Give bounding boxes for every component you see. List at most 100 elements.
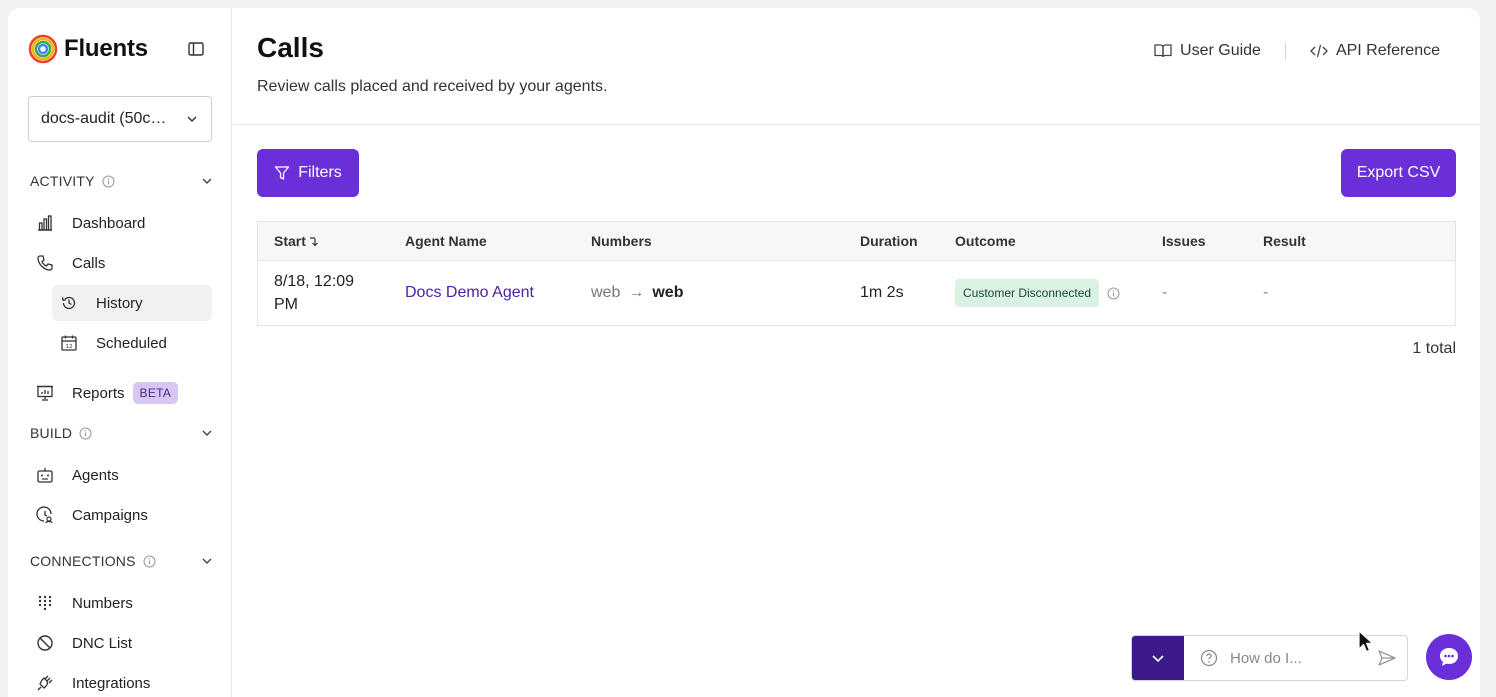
table-row[interactable]: 8/18, 12:09 PM Docs Demo Agent web → web… — [258, 261, 1455, 325]
info-icon — [79, 427, 92, 440]
column-duration[interactable]: Duration — [860, 222, 918, 260]
start-ampm: PM — [274, 296, 298, 313]
section-activity-label: ACTIVITY — [30, 173, 95, 189]
total-count: 1 total — [1412, 340, 1456, 357]
page-title: Calls — [257, 32, 324, 63]
info-icon[interactable] — [1107, 287, 1120, 300]
sidebar-item-label: Calls — [72, 254, 106, 272]
sidebar-item-history[interactable]: History — [52, 285, 212, 321]
api-reference-link[interactable]: API Reference — [1310, 42, 1440, 60]
calls-table: Start Agent Name Numbers Duration Outcom… — [257, 221, 1456, 326]
question-icon — [1200, 649, 1218, 667]
cell-result: - — [1263, 284, 1269, 301]
chat-bubble-icon — [1440, 648, 1458, 666]
chat-input[interactable]: How do I... — [1184, 649, 1367, 667]
mouse-cursor-icon — [1358, 630, 1374, 653]
sidebar-item-calls[interactable]: Calls — [28, 245, 212, 281]
sidebar-item-label: Agents — [72, 466, 119, 484]
info-icon — [102, 175, 115, 188]
section-build[interactable]: BUILD — [30, 423, 214, 443]
chat-launcher-button[interactable] — [1426, 634, 1472, 680]
info-icon — [143, 555, 156, 568]
sidebar-item-dnc-list[interactable]: DNC List — [28, 625, 212, 661]
chevron-down-icon — [1152, 655, 1164, 663]
code-icon — [1310, 44, 1328, 58]
chat-collapse-button[interactable] — [1132, 636, 1184, 680]
column-start[interactable]: Start — [274, 222, 320, 260]
cell-start: 8/18, 12:09 PM — [274, 261, 354, 325]
sort-descending-icon — [309, 237, 318, 247]
number-to: web — [652, 284, 684, 301]
column-outcome[interactable]: Outcome — [955, 222, 1016, 260]
beta-badge: BETA — [132, 382, 179, 404]
sidebar-item-reports[interactable]: Reports BETA — [28, 375, 212, 411]
number-from: web — [591, 284, 621, 301]
cell-issues: - — [1162, 284, 1168, 301]
sidebar-item-label: Scheduled — [96, 334, 167, 352]
sidebar-toggle-icon — [188, 42, 204, 56]
sidebar-item-label: History — [96, 294, 143, 312]
chevron-down-icon — [187, 116, 197, 122]
sidebar-item-campaigns[interactable]: Campaigns — [28, 497, 212, 533]
column-result[interactable]: Result — [1263, 222, 1306, 260]
sidebar-item-label: Integrations — [72, 674, 151, 692]
filters-label: Filters — [298, 164, 342, 181]
calendar-icon: 12 — [52, 334, 88, 352]
header-divider — [233, 124, 1480, 125]
arrow-right-icon: → — [628, 284, 645, 301]
sidebar-item-label: Numbers — [72, 594, 133, 612]
sidebar-item-label: Dashboard — [72, 214, 146, 232]
app-window: Fluents docs-audit (50c… ACTIVITY Dashbo… — [8, 8, 1480, 697]
header-links: User Guide API Reference — [1154, 42, 1440, 60]
export-csv-button[interactable]: Export CSV — [1341, 149, 1456, 197]
campaign-icon — [28, 506, 64, 524]
dialpad-icon — [28, 594, 64, 612]
user-guide-link[interactable]: User Guide — [1154, 42, 1261, 60]
divider — [1284, 42, 1286, 60]
presentation-icon — [28, 384, 64, 402]
sidebar-item-label: Reports — [72, 384, 125, 402]
section-activity[interactable]: ACTIVITY — [30, 171, 214, 191]
app-name: Fluents — [64, 35, 148, 62]
book-icon — [1154, 44, 1172, 58]
collapse-sidebar-button[interactable] — [186, 40, 206, 58]
page-subtitle: Review calls placed and received by your… — [257, 78, 608, 95]
chevron-down-icon — [200, 554, 214, 568]
sidebar-item-numbers[interactable]: Numbers — [28, 585, 212, 621]
sidebar-item-agents[interactable]: Agents — [28, 457, 212, 493]
cell-outcome: Customer Disconnected — [955, 261, 1120, 325]
export-csv-label: Export CSV — [1356, 164, 1441, 181]
column-agent-name[interactable]: Agent Name — [405, 222, 487, 260]
cell-agent-name: Docs Demo Agent — [405, 261, 534, 325]
start-date: 8/18, 12:09 — [274, 273, 355, 290]
section-connections-label: CONNECTIONS — [30, 553, 136, 569]
bar-chart-icon — [28, 214, 64, 232]
logo[interactable]: Fluents — [28, 34, 148, 64]
table-header: Start Agent Name Numbers Duration Outcom… — [258, 222, 1455, 261]
history-icon — [52, 294, 88, 312]
sidebar-item-scheduled[interactable]: 12 Scheduled — [52, 325, 212, 361]
phone-icon — [28, 254, 64, 272]
api-reference-label: API Reference — [1335, 42, 1440, 59]
column-numbers[interactable]: Numbers — [591, 222, 652, 260]
cell-numbers: web → web — [591, 261, 683, 325]
cell-duration: 1m 2s — [860, 284, 904, 301]
column-issues[interactable]: Issues — [1162, 222, 1206, 260]
workspace-select-value: docs-audit (50c… — [41, 110, 167, 127]
fluents-logo-icon — [28, 34, 58, 64]
sidebar-item-dashboard[interactable]: Dashboard — [28, 205, 212, 241]
sidebar-item-integrations[interactable]: Integrations — [28, 665, 212, 697]
outcome-badge: Customer Disconnected — [955, 279, 1100, 307]
workspace-select[interactable]: docs-audit (50c… — [28, 96, 212, 142]
filters-button[interactable]: Filters — [257, 149, 359, 197]
chevron-down-icon — [200, 174, 214, 188]
chevron-down-icon — [200, 426, 214, 440]
column-start-label: Start — [274, 233, 306, 249]
user-guide-label: User Guide — [1180, 42, 1261, 59]
section-connections[interactable]: CONNECTIONS — [30, 551, 214, 571]
send-icon — [1378, 650, 1396, 666]
ban-icon — [28, 634, 64, 652]
sidebar-item-label: DNC List — [72, 634, 133, 652]
section-build-label: BUILD — [30, 425, 73, 441]
agent-link[interactable]: Docs Demo Agent — [405, 284, 534, 302]
